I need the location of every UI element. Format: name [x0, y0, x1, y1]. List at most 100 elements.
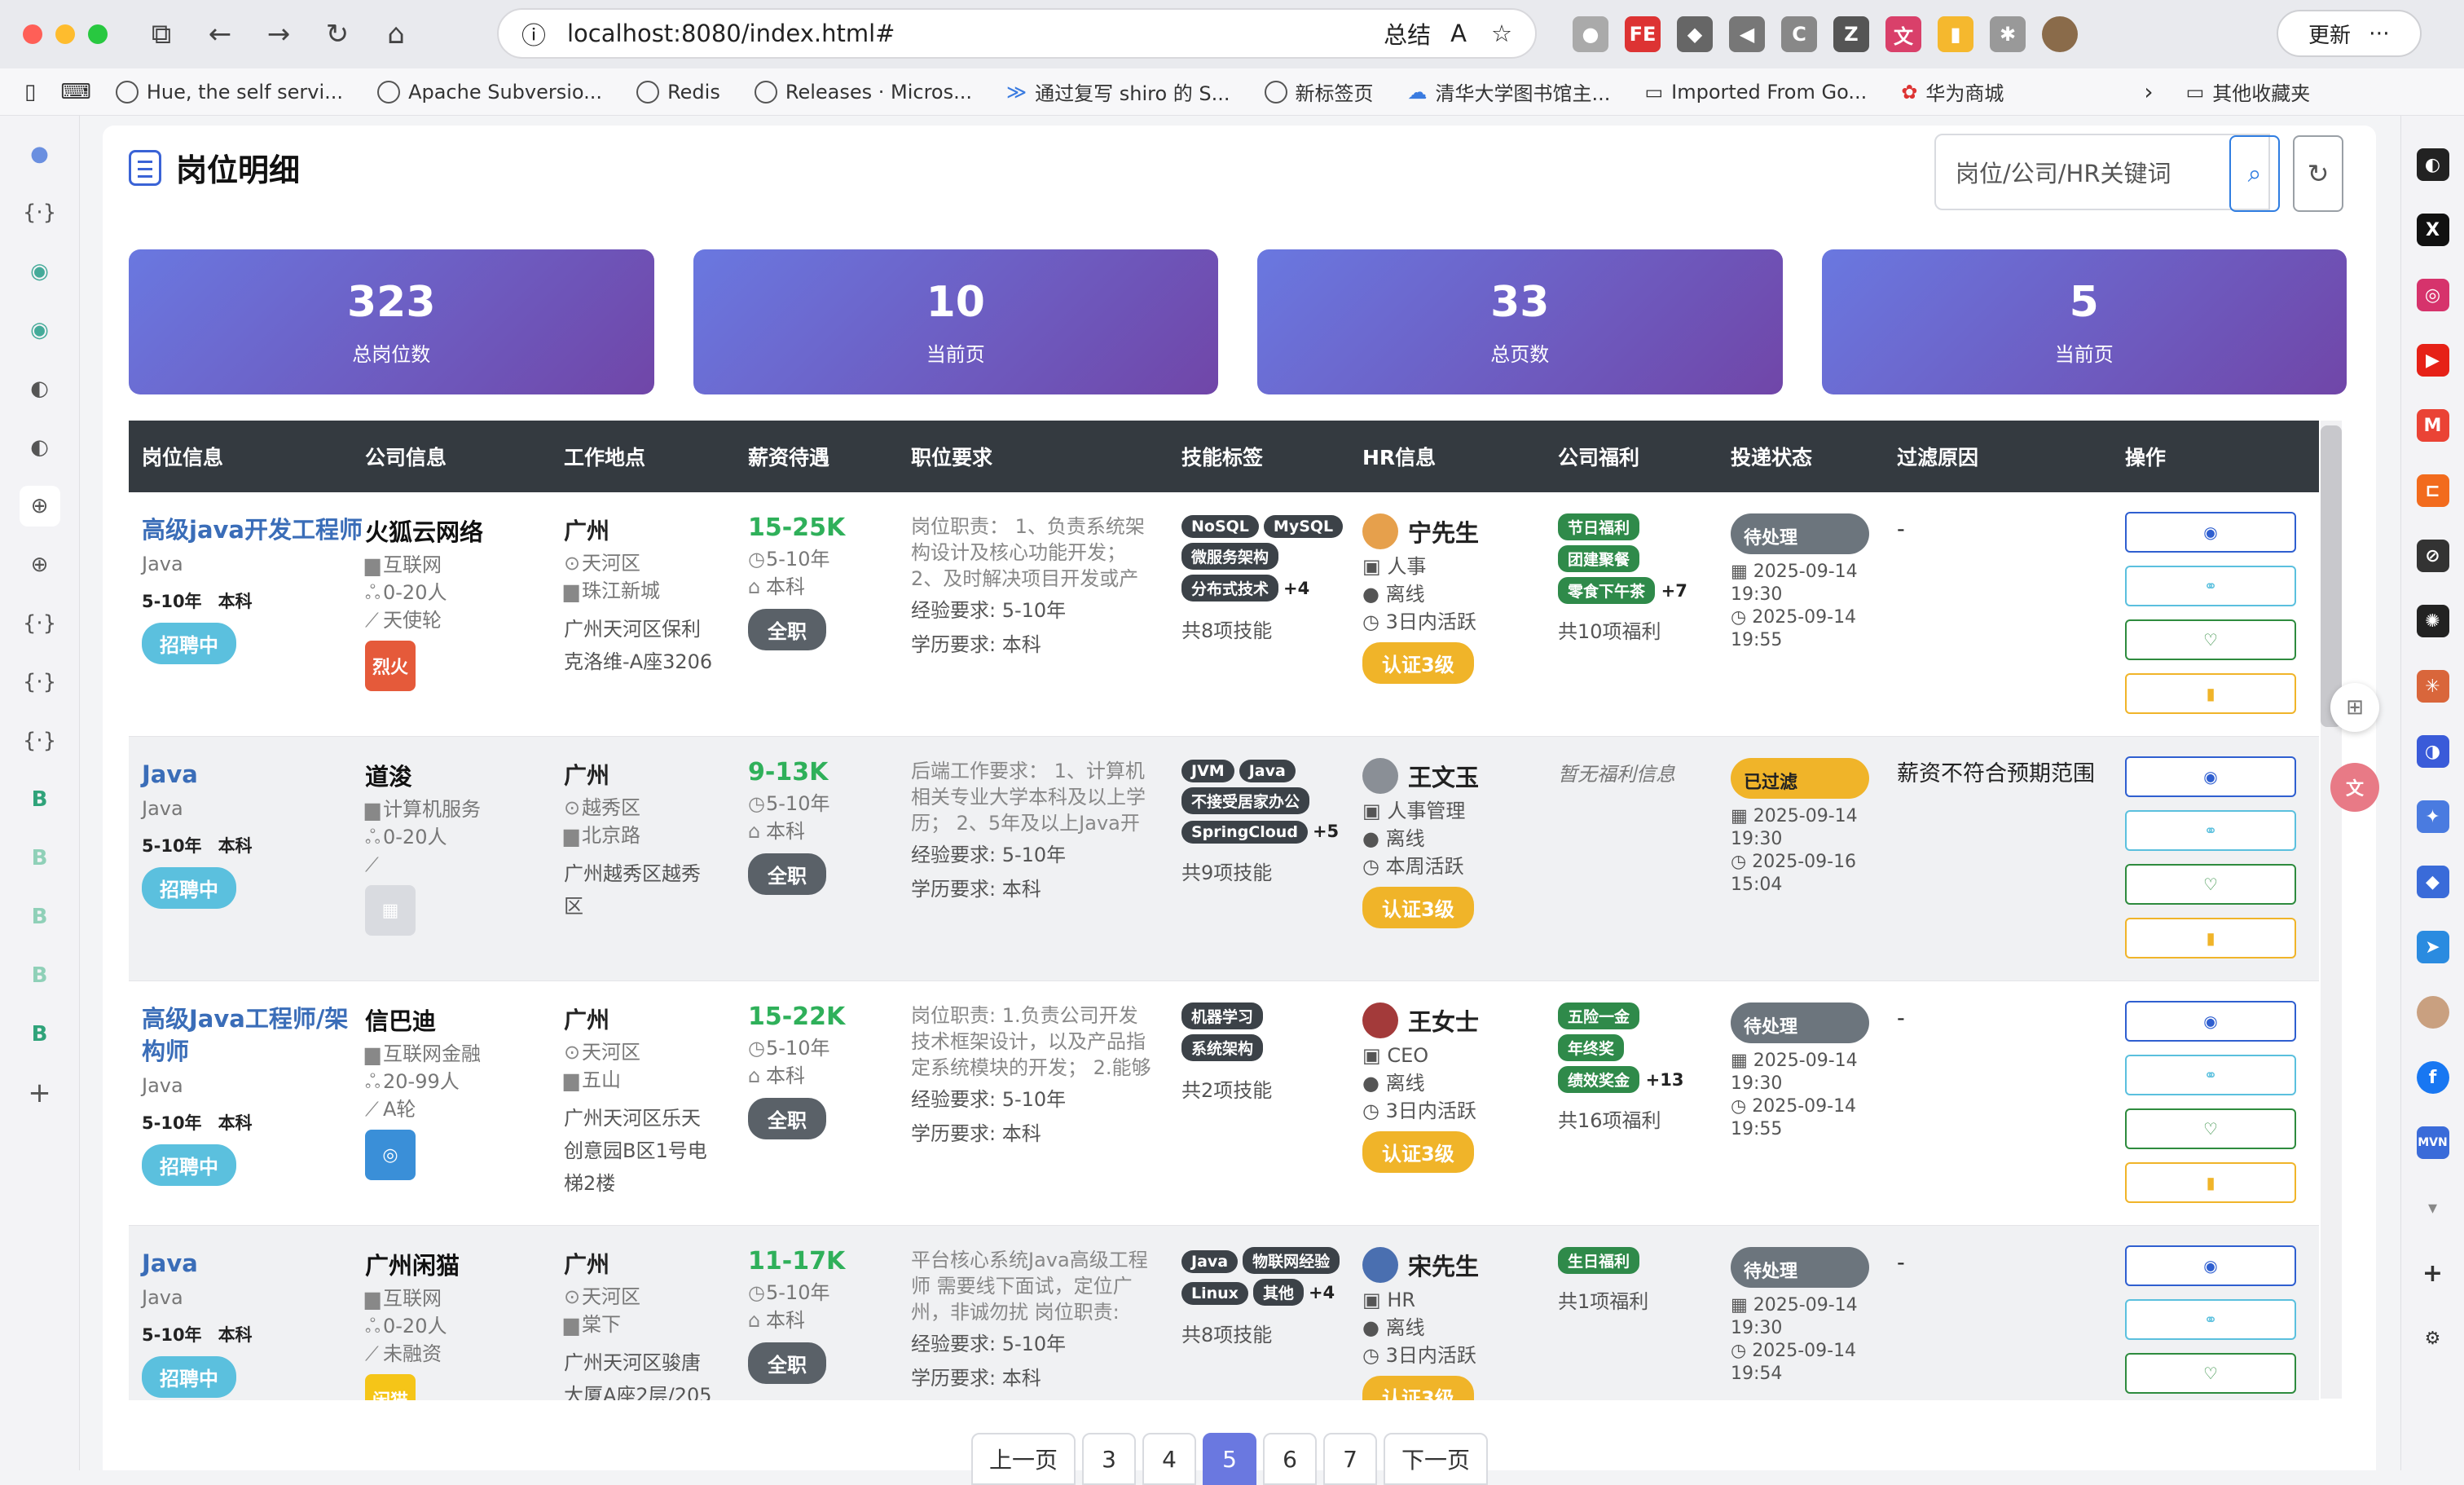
summary-button[interactable]: 总结	[1384, 16, 1431, 51]
b-tab-icon[interactable]: B	[20, 955, 60, 996]
bookmark-item[interactable]: Releases · Micros...	[754, 80, 972, 104]
minimize-window-button[interactable]	[55, 24, 75, 44]
more-icon[interactable]: ⋯	[2369, 21, 2390, 46]
extension-icon[interactable]: ⊏	[2416, 474, 2449, 507]
bookmark-item[interactable]: Redis	[636, 80, 720, 104]
gmail-icon[interactable]: M	[2416, 409, 2449, 442]
slash-icon[interactable]: ⊘	[2416, 540, 2449, 572]
table-scrollbar[interactable]	[2321, 421, 2342, 1399]
bookmark-item[interactable]: ☁ 清华大学图书馆主...	[1408, 77, 1611, 106]
github-icon[interactable]: ◐	[2416, 148, 2449, 181]
sidebar-toggle-icon[interactable]: ▯	[24, 80, 36, 104]
bookmark-item[interactable]: 新标签页	[1264, 77, 1374, 106]
page-button[interactable]: 6	[1263, 1433, 1318, 1485]
github-tab-icon[interactable]: ◐	[20, 427, 60, 468]
translate-float-icon[interactable]: 文	[2330, 763, 2379, 812]
page-button[interactable]: 4	[1142, 1433, 1197, 1485]
chevron-down-icon[interactable]: ▾	[2417, 1192, 2449, 1224]
globe-tab-icon[interactable]: ⊕	[19, 486, 60, 527]
home-icon[interactable]: ⌂	[380, 18, 412, 51]
json-tab-icon[interactable]: {·}	[20, 662, 60, 703]
back-icon[interactable]: ←	[204, 18, 236, 51]
extension-icon[interactable]: ▮	[1938, 16, 1973, 52]
prev-page-button[interactable]: 上一页	[971, 1433, 1076, 1485]
instagram-icon[interactable]: ◎	[2416, 279, 2449, 311]
next-page-button[interactable]: 下一页	[1384, 1433, 1489, 1485]
x-icon[interactable]: X	[2416, 214, 2449, 246]
bookmark-item[interactable]: ≫ 通过复写 shiro 的 S...	[1006, 77, 1230, 106]
b-tab-icon[interactable]: B	[20, 1014, 60, 1055]
mark-button[interactable]: ▮	[2125, 1162, 2296, 1203]
link-button[interactable]: ⚭	[2125, 1055, 2296, 1095]
favorite-star-icon[interactable]: ☆	[1491, 20, 1512, 47]
link-button[interactable]: ⚭	[2125, 566, 2296, 606]
bookmark-item[interactable]: Apache Subversio...	[377, 80, 602, 104]
refresh-button[interactable]: ↻	[2293, 135, 2343, 212]
read-aloud-icon[interactable]: A	[1450, 20, 1467, 47]
mark-button[interactable]: ▮	[2125, 673, 2296, 714]
cube-icon[interactable]: ◆	[2416, 866, 2449, 898]
extension-icon[interactable]: Z	[1833, 16, 1869, 52]
b-tab-icon[interactable]: B	[20, 838, 60, 879]
json-tab-icon[interactable]: {·}	[20, 720, 60, 761]
globe-tab-icon[interactable]: ◉	[20, 310, 60, 350]
extension-icon[interactable]: ◆	[1677, 16, 1713, 52]
add-icon[interactable]: +	[2417, 1257, 2449, 1289]
maximize-window-button[interactable]	[88, 24, 108, 44]
avatar-icon[interactable]	[2416, 996, 2449, 1029]
page-button[interactable]: 7	[1323, 1433, 1378, 1485]
extension-icon[interactable]: ◑	[2416, 735, 2449, 768]
favorite-button[interactable]: ♡	[2125, 619, 2296, 660]
telegram-icon[interactable]: ➤	[2416, 931, 2449, 963]
bookmark-folder[interactable]: ▭ Imported From Go...	[1644, 81, 1867, 104]
search-input[interactable]: 岗位/公司/HR关键词	[1934, 134, 2270, 210]
translate-icon[interactable]: 文	[1885, 16, 1921, 52]
openai-icon[interactable]: ✺	[2416, 605, 2449, 637]
json-tab-icon[interactable]: {·}	[20, 603, 60, 644]
link-button[interactable]: ⚭	[2125, 810, 2296, 851]
settings-icon[interactable]: ⚙	[2417, 1322, 2449, 1355]
scrollbar-thumb[interactable]	[2321, 425, 2342, 727]
facebook-icon[interactable]: f	[2416, 1061, 2449, 1094]
address-bar[interactable]: ⓘ localhost:8080/index.html# 总结 A ☆	[497, 8, 1537, 59]
puzzle-icon[interactable]: ✱	[1990, 16, 2026, 52]
tab-search-icon[interactable]: ⌨	[60, 80, 91, 104]
update-button[interactable]: 更新 ⋯	[2277, 10, 2422, 57]
speaker-icon[interactable]: ◀	[1729, 16, 1765, 52]
json-tab-icon[interactable]: {·}	[20, 192, 60, 233]
page-button-active[interactable]: 5	[1203, 1433, 1257, 1485]
favorite-button[interactable]: ♡	[2125, 1108, 2296, 1149]
forward-icon[interactable]: →	[262, 18, 295, 51]
profile-avatar[interactable]	[2042, 16, 2078, 52]
gemini-icon[interactable]: ✦	[2416, 800, 2449, 833]
job-title-link[interactable]: 高级Java工程师/架构师	[142, 1002, 365, 1068]
globe-tab-icon[interactable]: ⊕	[20, 544, 60, 585]
job-title-link[interactable]: Java	[142, 758, 365, 791]
mvn-icon[interactable]: MVN	[2416, 1126, 2449, 1159]
extension-icon[interactable]: C	[1781, 16, 1817, 52]
bookmark-item[interactable]: Hue, the self servi...	[115, 80, 343, 104]
reload-icon[interactable]: ↻	[321, 18, 354, 51]
favorite-button[interactable]: ♡	[2125, 864, 2296, 905]
job-title-link[interactable]: 高级java开发工程师	[142, 513, 365, 546]
mark-button[interactable]: ▮	[2125, 918, 2296, 958]
view-button[interactable]: ◉	[2125, 1245, 2296, 1286]
extension-fe-icon[interactable]: FE	[1625, 16, 1661, 52]
chevron-right-icon[interactable]: ›	[2144, 78, 2153, 105]
link-button[interactable]: ⚭	[2125, 1299, 2296, 1340]
b-tab-icon[interactable]: B	[20, 897, 60, 937]
github-tab-icon[interactable]: ◐	[20, 368, 60, 409]
drop-icon[interactable]: ●	[20, 134, 60, 174]
grid-plus-icon[interactable]: ⊞	[2330, 683, 2379, 732]
bookmark-item[interactable]: ✿ 华为商城	[1901, 77, 2004, 106]
tabs-icon[interactable]: ⧉	[145, 18, 178, 51]
youtube-icon[interactable]: ▶	[2416, 344, 2449, 377]
favorite-button[interactable]: ♡	[2125, 1353, 2296, 1394]
view-button[interactable]: ◉	[2125, 1001, 2296, 1042]
claude-icon[interactable]: ✳	[2416, 670, 2449, 703]
search-button[interactable]: ⌕	[2229, 135, 2280, 212]
new-tab-icon[interactable]: +	[20, 1073, 60, 1113]
info-icon[interactable]: ⓘ	[521, 15, 546, 51]
globe-tab-icon[interactable]: ◉	[20, 251, 60, 292]
job-title-link[interactable]: Java	[142, 1247, 365, 1280]
